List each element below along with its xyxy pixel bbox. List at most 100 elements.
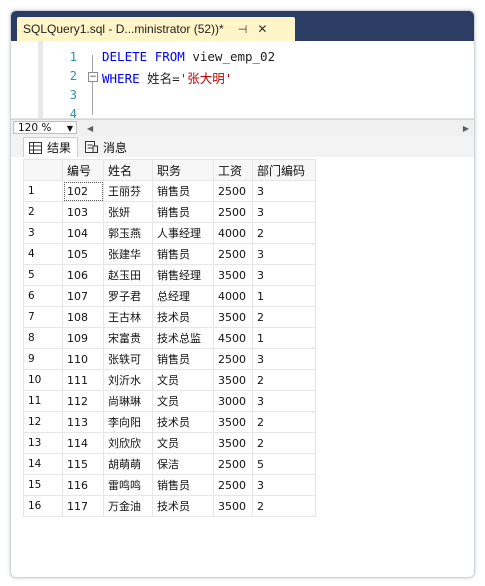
grid-cell[interactable]: 销售经理	[152, 264, 214, 286]
row-number[interactable]: 2	[23, 201, 63, 223]
table-row[interactable]: 2 103 张妍 销售员 2500 3	[23, 201, 316, 223]
row-number[interactable]: 15	[23, 474, 63, 496]
scroll-left-icon[interactable]: ◀	[87, 124, 93, 133]
grid-cell[interactable]: 技术总监	[152, 327, 214, 349]
scroll-right-icon[interactable]: ▶	[463, 124, 469, 133]
grid-cell[interactable]: 110	[62, 348, 104, 370]
grid-cell[interactable]: 3	[252, 348, 316, 370]
row-number[interactable]: 9	[23, 348, 63, 370]
pin-icon[interactable]: ⊣	[238, 23, 248, 36]
grid-cell[interactable]: 销售员	[152, 348, 214, 370]
zoom-select[interactable]: 120 % ▼	[13, 121, 77, 134]
grid-cell[interactable]: 郭玉燕	[103, 222, 153, 244]
grid-cell[interactable]: 人事经理	[152, 222, 214, 244]
grid-cell[interactable]: 3500	[213, 432, 253, 454]
grid-cell[interactable]: 王丽芬	[103, 180, 153, 202]
grid-cell[interactable]: 王古林	[103, 306, 153, 328]
grid-cell[interactable]: 109	[62, 327, 104, 349]
table-row[interactable]: 13 114 刘欣欣 文员 3500 2	[23, 432, 316, 454]
code-line-1[interactable]: DELETE FROM view_emp_02	[102, 49, 275, 64]
grid-cell[interactable]: 总经理	[152, 285, 214, 307]
table-row[interactable]: 4 105 张建华 销售员 2500 3	[23, 243, 316, 265]
grid-cell[interactable]: 2	[252, 369, 316, 391]
grid-cell[interactable]: 万金油	[103, 495, 153, 517]
grid-cell[interactable]: 雷鸣鸣	[103, 474, 153, 496]
grid-cell[interactable]: 114	[62, 432, 104, 454]
close-icon[interactable]: ✕	[257, 22, 267, 36]
grid-cell[interactable]: 1	[252, 327, 316, 349]
grid-cell[interactable]: 106	[62, 264, 104, 286]
grid-cell[interactable]: 103	[62, 201, 104, 223]
grid-cell[interactable]: 4000	[213, 222, 253, 244]
results-grid[interactable]: 编号 姓名 职务 工资 部门编码 1 102 王丽芬 销售员 2500 3 2 103 张妍 销售…	[23, 159, 316, 517]
grid-cell[interactable]: 3	[252, 180, 316, 202]
row-number[interactable]: 3	[23, 222, 63, 244]
table-row[interactable]: 16 117 万金油 技术员 3500 2	[23, 495, 316, 517]
grid-cell[interactable]: 116	[62, 474, 104, 496]
grid-cell[interactable]: 3500	[213, 264, 253, 286]
tab-messages[interactable]: 消息	[85, 137, 127, 157]
grid-cell[interactable]: 3500	[213, 306, 253, 328]
grid-cell[interactable]: 107	[62, 285, 104, 307]
grid-cell[interactable]: 117	[62, 495, 104, 517]
grid-cell[interactable]: 保洁	[152, 453, 214, 475]
row-number[interactable]: 16	[23, 495, 63, 517]
grid-cell[interactable]: 2500	[213, 201, 253, 223]
column-header[interactable]: 部门编码	[252, 159, 316, 181]
grid-cell[interactable]: 113	[62, 411, 104, 433]
row-number[interactable]: 6	[23, 285, 63, 307]
table-row[interactable]: 9 110 张轶可 销售员 2500 3	[23, 348, 316, 370]
grid-cell[interactable]: 2	[252, 432, 316, 454]
table-row[interactable]: 8 109 宋富贵 技术总监 4500 1	[23, 327, 316, 349]
grid-cell[interactable]: 102	[62, 180, 104, 202]
grid-cell[interactable]: 技术员	[152, 495, 214, 517]
grid-cell[interactable]: 115	[62, 453, 104, 475]
grid-cell[interactable]: 销售员	[152, 243, 214, 265]
table-row[interactable]: 14 115 胡萌萌 保洁 2500 5	[23, 453, 316, 475]
grid-cell[interactable]: 宋富贵	[103, 327, 153, 349]
grid-cell[interactable]: 3	[252, 390, 316, 412]
row-number[interactable]: 12	[23, 411, 63, 433]
column-header[interactable]: 编号	[62, 159, 104, 181]
row-number[interactable]: 14	[23, 453, 63, 475]
grid-cell[interactable]: 文员	[152, 369, 214, 391]
grid-cell[interactable]: 2500	[213, 453, 253, 475]
grid-cell[interactable]: 2	[252, 495, 316, 517]
collapse-toggle-icon[interactable]: −	[88, 72, 98, 82]
grid-cell[interactable]: 李向阳	[103, 411, 153, 433]
table-row[interactable]: 7 108 王古林 技术员 3500 2	[23, 306, 316, 328]
grid-cell[interactable]: 3	[252, 264, 316, 286]
row-number[interactable]: 4	[23, 243, 63, 265]
grid-cell[interactable]: 104	[62, 222, 104, 244]
grid-cell[interactable]: 2	[252, 306, 316, 328]
grid-cell[interactable]: 罗子君	[103, 285, 153, 307]
table-row[interactable]: 12 113 李向阳 技术员 3500 2	[23, 411, 316, 433]
query-editor[interactable]: 1 2 3 4 − DELETE FROM view_emp_02 WHERE …	[11, 41, 474, 121]
grid-cell[interactable]: 张建华	[103, 243, 153, 265]
row-number-header[interactable]	[23, 159, 63, 181]
row-number[interactable]: 13	[23, 432, 63, 454]
table-row[interactable]: 6 107 罗子君 总经理 4000 1	[23, 285, 316, 307]
grid-cell[interactable]: 105	[62, 243, 104, 265]
table-row[interactable]: 1 102 王丽芬 销售员 2500 3	[23, 180, 316, 202]
grid-cell[interactable]: 108	[62, 306, 104, 328]
grid-cell[interactable]: 2500	[213, 180, 253, 202]
grid-cell[interactable]: 销售员	[152, 201, 214, 223]
row-number[interactable]: 5	[23, 264, 63, 286]
grid-cell[interactable]: 赵玉田	[103, 264, 153, 286]
grid-cell[interactable]: 销售员	[152, 180, 214, 202]
column-header[interactable]: 工资	[213, 159, 253, 181]
row-number[interactable]: 8	[23, 327, 63, 349]
code-line-2[interactable]: WHERE 姓名='张大明'	[102, 68, 232, 87]
grid-cell[interactable]: 3500	[213, 411, 253, 433]
row-number[interactable]: 11	[23, 390, 63, 412]
grid-cell[interactable]: 刘沂水	[103, 369, 153, 391]
grid-cell[interactable]: 刘欣欣	[103, 432, 153, 454]
table-row[interactable]: 11 112 尚琳琳 文员 3000 3	[23, 390, 316, 412]
grid-cell[interactable]: 3500	[213, 495, 253, 517]
grid-cell[interactable]: 张妍	[103, 201, 153, 223]
table-row[interactable]: 10 111 刘沂水 文员 3500 2	[23, 369, 316, 391]
grid-cell[interactable]: 5	[252, 453, 316, 475]
grid-cell[interactable]: 文员	[152, 432, 214, 454]
table-row[interactable]: 15 116 雷鸣鸣 销售员 2500 3	[23, 474, 316, 496]
